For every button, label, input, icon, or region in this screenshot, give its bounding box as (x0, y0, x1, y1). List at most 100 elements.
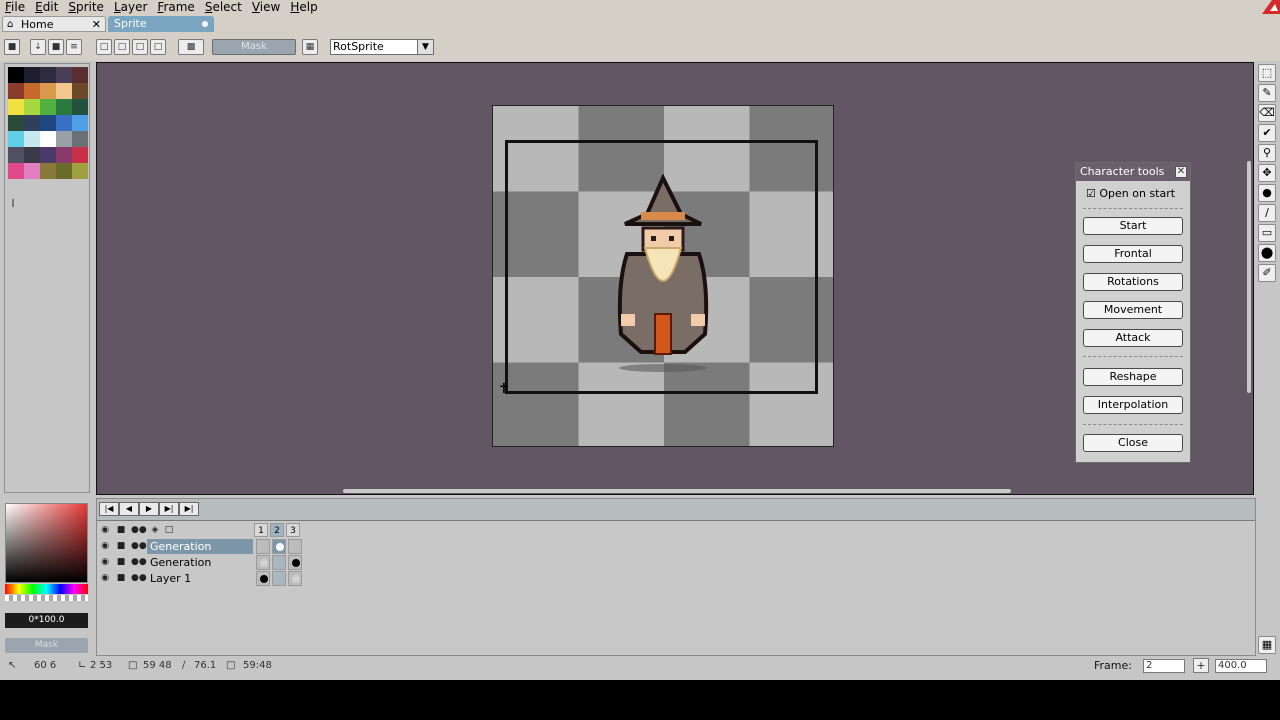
cel[interactable] (272, 571, 286, 586)
continuous-icon[interactable]: ●● (131, 573, 147, 584)
movement-button[interactable]: Movement (1083, 301, 1183, 319)
palette-swatch[interactable] (56, 99, 72, 115)
palette-swatch[interactable] (8, 67, 24, 83)
layer-name[interactable]: Generation (147, 555, 253, 570)
palette-swatch[interactable] (8, 163, 24, 179)
lock-icon[interactable]: ■ (115, 541, 127, 552)
lock-icon[interactable]: ■ (115, 525, 127, 536)
menu-select[interactable]: Select (200, 0, 247, 14)
palette-swatch[interactable] (72, 67, 88, 83)
palette-swatch[interactable] (40, 131, 56, 147)
color-saturation-value-picker[interactable] (5, 503, 88, 583)
palette-swatch[interactable] (8, 115, 24, 131)
rotation-algorithm-select[interactable]: RotSprite ▼ (330, 39, 434, 55)
selection-add-icon[interactable]: □ (114, 39, 130, 55)
palette-swatch[interactable] (40, 99, 56, 115)
frame-input[interactable]: 2 (1143, 659, 1185, 673)
previous-frame-icon[interactable]: ◀ (119, 502, 139, 516)
eye-icon[interactable]: ◉ (99, 541, 111, 552)
palette-swatch[interactable] (24, 67, 40, 83)
horizontal-scrollbar[interactable] (343, 489, 1011, 493)
lock-icon[interactable]: ■ (115, 573, 127, 584)
cel[interactable] (288, 571, 302, 586)
palette-swatch[interactable] (56, 67, 72, 83)
cel[interactable] (256, 539, 270, 554)
layer-row[interactable]: ◉ ■ ●● Layer 1 (99, 571, 302, 586)
cel[interactable] (272, 539, 286, 554)
play-icon[interactable]: ▶ (139, 502, 159, 516)
palette-swatch[interactable] (72, 147, 88, 163)
palette-swatch[interactable] (72, 131, 88, 147)
palette-swatch[interactable] (56, 115, 72, 131)
eraser-icon[interactable]: ⌫ (1258, 104, 1276, 122)
layer-row[interactable]: ◉ ■ ●● Generation (99, 539, 302, 554)
frame-number[interactable]: 1 (254, 523, 268, 537)
selection-intersect-icon[interactable]: □ (150, 39, 166, 55)
close-button[interactable]: Close (1083, 434, 1183, 452)
layer-name[interactable]: Layer 1 (147, 571, 253, 586)
frame-number[interactable]: 3 (286, 523, 300, 537)
layer-name[interactable]: Generation (147, 539, 253, 554)
reshape-button[interactable]: Reshape (1083, 368, 1183, 386)
palette-swatch[interactable] (8, 147, 24, 163)
selection-replace-icon[interactable]: □ (96, 39, 112, 55)
palette-swatch[interactable] (40, 83, 56, 99)
close-icon[interactable]: ✕ (92, 17, 101, 33)
palette-swatch[interactable] (72, 99, 88, 115)
menu-file[interactable]: File (0, 0, 30, 14)
cel[interactable] (272, 555, 286, 570)
ellipse-icon[interactable]: ⬤ (1258, 244, 1276, 262)
chevron-down-icon[interactable]: ▼ (417, 40, 433, 54)
palette-swatch[interactable] (72, 115, 88, 131)
start-button[interactable]: Start (1083, 217, 1183, 235)
palette-swatch[interactable] (72, 163, 88, 179)
menu-frame[interactable]: Frame (152, 0, 199, 14)
palette-swatch[interactable] (72, 83, 88, 99)
palette-swatch[interactable] (40, 163, 56, 179)
palette-swatch[interactable] (24, 163, 40, 179)
menu-edit[interactable]: Edit (30, 0, 63, 14)
rotations-button[interactable]: Rotations (1083, 273, 1183, 291)
onion-skin-icon[interactable]: □ (163, 525, 175, 536)
cel[interactable] (256, 555, 270, 570)
menu-sprite[interactable]: Sprite (63, 0, 109, 14)
vertical-scrollbar[interactable] (1247, 161, 1251, 393)
palette-swatch[interactable] (56, 163, 72, 179)
palette-swatch[interactable] (40, 115, 56, 131)
lock-icon[interactable]: ■ (115, 557, 127, 568)
palette-swatch[interactable] (24, 99, 40, 115)
palette-swatch[interactable] (40, 67, 56, 83)
palette-swatch[interactable] (24, 83, 40, 99)
palette-swatch[interactable] (56, 147, 72, 163)
menu-view[interactable]: View (247, 0, 285, 14)
last-frame-icon[interactable]: ▶| (179, 502, 199, 516)
eyedropper-icon[interactable]: ✔ (1258, 124, 1276, 142)
sprite-canvas[interactable] (492, 105, 834, 447)
attack-button[interactable]: Attack (1083, 329, 1183, 347)
brush-icon[interactable]: ✐ (1258, 264, 1276, 282)
move-icon[interactable]: ✥ (1258, 164, 1276, 182)
palette-swatch[interactable] (24, 131, 40, 147)
eye-icon[interactable]: ◉ (99, 573, 111, 584)
cel[interactable] (288, 539, 302, 554)
palette-swatch[interactable] (24, 147, 40, 163)
frame-number[interactable]: 2 (270, 523, 284, 537)
pivot-square-icon[interactable]: ■ (48, 39, 64, 55)
tab-sprite[interactable]: Sprite (108, 16, 214, 32)
menu-lines-icon[interactable]: ≡ (66, 39, 82, 55)
pivot-grid-icon[interactable]: ▦ (302, 39, 318, 55)
palette-swatch[interactable] (8, 83, 24, 99)
continuous-icon[interactable]: ●● (131, 525, 147, 536)
modified-dot-icon[interactable] (202, 21, 208, 27)
palette-swatch[interactable] (40, 147, 56, 163)
pencil-icon[interactable]: ✎ (1258, 84, 1276, 102)
frontal-button[interactable]: Frontal (1083, 245, 1183, 263)
cel[interactable] (288, 555, 302, 570)
interpolation-button[interactable]: Interpolation (1083, 396, 1183, 414)
continuous-icon[interactable]: ●● (131, 541, 147, 552)
mask-button[interactable]: Mask (212, 39, 296, 55)
link-icon[interactable]: ◈ (149, 525, 161, 536)
marquee-icon[interactable]: ⬚ (1258, 64, 1276, 82)
pivot-down-icon[interactable]: ↓ (30, 39, 46, 55)
selection-subtract-icon[interactable]: □ (132, 39, 148, 55)
